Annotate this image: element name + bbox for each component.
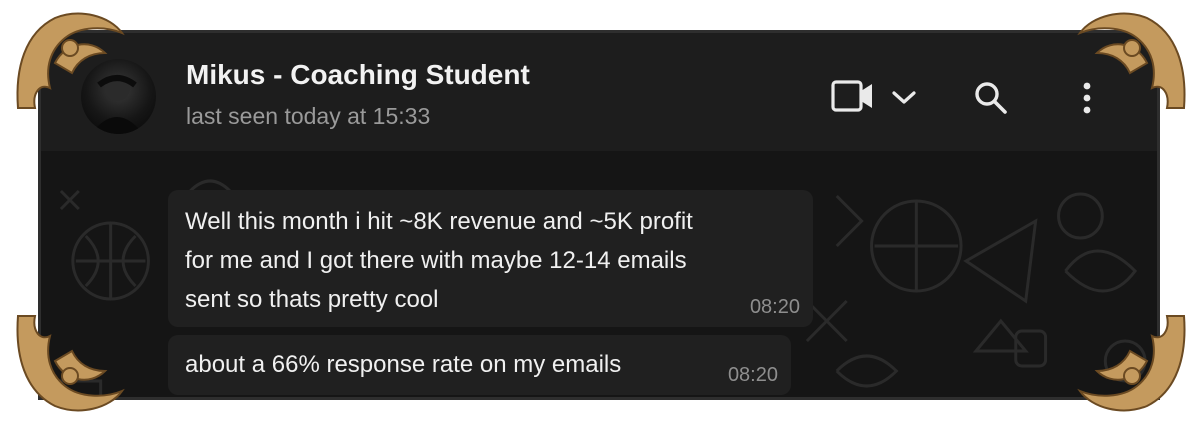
message-line: about a 66% response rate on my emails [185, 351, 622, 378]
search-icon[interactable] [974, 81, 1008, 115]
chevron-down-icon[interactable] [891, 90, 917, 106]
chat-header: Mikus - Coaching Student last seen today… [41, 33, 1157, 151]
ornament-top-right [1077, 12, 1186, 109]
ornament-top-left [16, 12, 125, 109]
contact-name[interactable]: Mikus - Coaching Student [186, 59, 530, 91]
last-seen-status: last seen today at 15:33 [186, 103, 431, 129]
message-line: sent so thats pretty cool [185, 286, 439, 313]
message-text: Well this month i hit ~8K revenue and ~5… [185, 202, 693, 319]
message-text: about a 66% response rate on my emails [185, 345, 621, 384]
ornament-bottom-right [1077, 315, 1186, 412]
video-camera-icon[interactable] [831, 79, 875, 113]
message-bubble[interactable]: about a 66% response rate on my emails 0… [168, 335, 791, 395]
message-timestamp: 08:20 [727, 364, 778, 386]
chat-window: Mikus - Coaching Student last seen today… [38, 30, 1160, 400]
message-bubble[interactable]: Well this month i hit ~8K revenue and ~5… [168, 190, 813, 327]
ornament-bottom-left [16, 315, 125, 412]
message-line: for me and I got there with maybe 12-14 … [185, 247, 687, 274]
message-line: Well this month i hit ~8K revenue and ~5… [185, 208, 693, 235]
message-timestamp: 08:20 [749, 296, 800, 318]
